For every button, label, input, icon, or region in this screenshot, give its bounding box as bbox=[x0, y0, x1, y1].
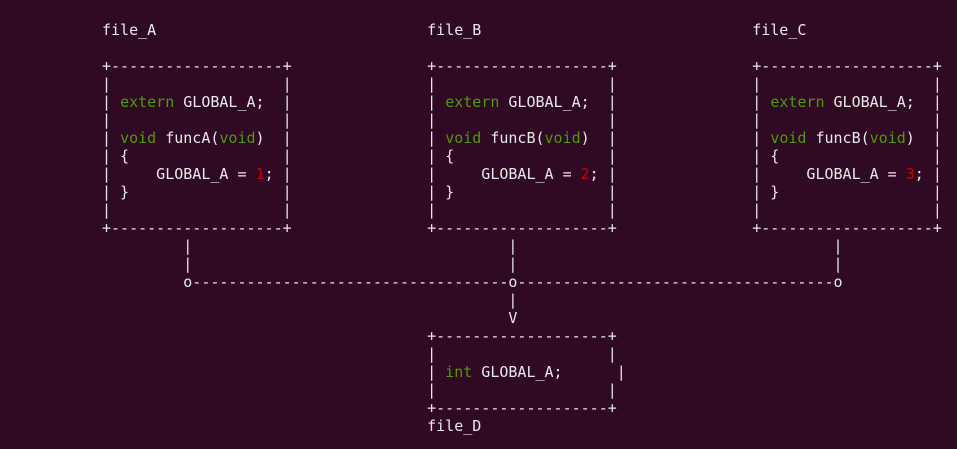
text-token: | | | bbox=[102, 255, 843, 273]
diagram-line: | | | bbox=[102, 237, 843, 255]
diagram-line: +-------------------+ bbox=[102, 327, 617, 345]
diagram-line: file_A file_B file_C bbox=[102, 21, 806, 39]
text-token: +-------------------+ +-----------------… bbox=[102, 57, 942, 75]
diagram-line: o-----------------------------------o---… bbox=[102, 273, 843, 291]
text-token: | | bbox=[102, 345, 617, 363]
diagram-line: | bbox=[102, 291, 517, 309]
text-token: | GLOBAL_A = bbox=[102, 165, 256, 183]
keyword-token: int bbox=[445, 363, 473, 381]
keyword-token: void bbox=[869, 129, 906, 147]
keyword-token: extern bbox=[445, 93, 500, 111]
terminal-output: file_A file_B file_C +-------------------… bbox=[0, 0, 957, 449]
text-token: ; | | GLOBAL_A = bbox=[589, 165, 906, 183]
text-token: | bbox=[102, 291, 518, 309]
text-token: | } | | } | | } | bbox=[102, 183, 942, 201]
keyword-token: void bbox=[770, 129, 807, 147]
keyword-token: void bbox=[120, 129, 157, 147]
text-token: ; | bbox=[914, 165, 942, 183]
diagram-line: | | | | | | bbox=[102, 111, 942, 129]
text-token: GLOBAL_A; | bbox=[824, 93, 942, 111]
text-token: V bbox=[102, 309, 518, 327]
text-token: | | | | | | bbox=[102, 201, 942, 219]
text-token: | | | bbox=[102, 237, 843, 255]
number-token: 3 bbox=[905, 165, 915, 183]
text-token: | bbox=[102, 129, 121, 147]
text-token: +-------------------+ bbox=[102, 327, 617, 345]
text-token: +-------------------+ +-----------------… bbox=[102, 219, 942, 237]
text-token: ) | bbox=[905, 129, 942, 147]
keyword-token: void bbox=[445, 129, 482, 147]
diagram-line: | | | bbox=[102, 255, 843, 273]
diagram-line: | | bbox=[102, 381, 617, 399]
text-token: ; | | GLOBAL_A = bbox=[264, 165, 581, 183]
text-token: ) | | bbox=[580, 129, 771, 147]
text-token: | bbox=[102, 363, 446, 381]
text-token: funcB( bbox=[481, 129, 545, 147]
diagram-line: V bbox=[102, 309, 517, 327]
diagram-line: +-------------------+ +-----------------… bbox=[102, 219, 942, 237]
text-token: GLOBAL_A; | | bbox=[499, 93, 771, 111]
diagram-line: file_D bbox=[102, 417, 481, 435]
text-token: | | | | | | bbox=[102, 75, 942, 93]
text-token: | { | | { | | { | bbox=[102, 147, 942, 165]
diagram-line: | { | | { | | { | bbox=[102, 147, 942, 165]
text-token: ) | | bbox=[255, 129, 446, 147]
diagram-line: +-------------------+ bbox=[102, 399, 617, 417]
text-token: +-------------------+ bbox=[102, 399, 617, 417]
number-token: 1 bbox=[255, 165, 265, 183]
diagram-line: | int GLOBAL_A; | bbox=[102, 363, 626, 381]
text-token: | | | | | | bbox=[102, 111, 942, 129]
text-token: funcB( bbox=[806, 129, 870, 147]
text-token: GLOBAL_A; | | bbox=[174, 93, 446, 111]
keyword-token: void bbox=[544, 129, 581, 147]
diagram-line: | GLOBAL_A = 1; | | GLOBAL_A = 2; | | GL… bbox=[102, 165, 942, 183]
number-token: 2 bbox=[580, 165, 590, 183]
keyword-token: extern bbox=[120, 93, 175, 111]
text-token: file_A file_B file_C bbox=[102, 21, 807, 39]
text-token: funcA( bbox=[156, 129, 220, 147]
keyword-token: extern bbox=[770, 93, 825, 111]
text-token: file_D bbox=[102, 417, 482, 435]
diagram-line: | | | | | | bbox=[102, 201, 942, 219]
diagram-line: | void funcA(void) | | void funcB(void) … bbox=[102, 129, 942, 147]
text-token: o-----------------------------------o---… bbox=[102, 273, 843, 291]
text-token: | bbox=[102, 93, 121, 111]
diagram-line: +-------------------+ +-----------------… bbox=[102, 57, 942, 75]
text-token: | | bbox=[102, 381, 617, 399]
diagram-line: | | bbox=[102, 345, 617, 363]
diagram-line: | } | | } | | } | bbox=[102, 183, 942, 201]
text-token: GLOBAL_A; | bbox=[472, 363, 626, 381]
diagram-line: | extern GLOBAL_A; | | extern GLOBAL_A; … bbox=[102, 93, 942, 111]
keyword-token: void bbox=[219, 129, 256, 147]
diagram-line: | | | | | | bbox=[102, 75, 942, 93]
